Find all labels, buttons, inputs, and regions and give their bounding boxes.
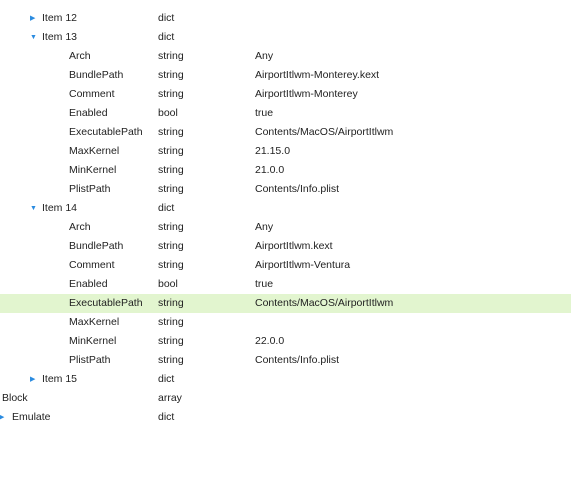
row-type[interactable]: string — [158, 142, 184, 161]
tree-row[interactable]: ExecutablePath string Contents/MacOS/Airpo… — [0, 294, 571, 313]
row-key: Item 15 — [42, 373, 78, 385]
row-key: Block — [2, 392, 28, 404]
row-type[interactable]: dict — [158, 370, 174, 389]
row-key: Item 14 — [42, 202, 78, 214]
row-value[interactable]: true — [255, 275, 273, 294]
row-key: ExecutablePath — [69, 297, 143, 309]
tree-row[interactable]: PlistPath string Contents/Info.plist — [0, 351, 571, 370]
row-value[interactable]: AirportItlwm-Monterey — [255, 85, 358, 104]
row-type[interactable]: string — [158, 256, 184, 275]
row-type[interactable]: array — [158, 389, 182, 408]
tree-row[interactable]: MaxKernel string — [0, 313, 571, 332]
row-key: MinKernel — [69, 164, 117, 176]
row-key: Enabled — [69, 107, 108, 119]
row-key: Item 12 — [42, 12, 78, 24]
row-key: Comment — [69, 88, 115, 100]
row-type[interactable]: dict — [158, 408, 174, 422]
row-type[interactable]: dict — [158, 28, 174, 47]
row-key: MaxKernel — [69, 145, 120, 157]
row-key: Emulate — [12, 411, 51, 422]
row-key: PlistPath — [69, 183, 111, 195]
tree-row[interactable]: Enabled bool true — [0, 104, 571, 123]
row-value[interactable]: Contents/Info.plist — [255, 351, 339, 370]
row-key: MaxKernel — [69, 316, 120, 328]
row-type[interactable]: string — [158, 85, 184, 104]
row-value[interactable]: Any — [255, 47, 273, 66]
tree-row[interactable]: BundlePath string AirportItlwm-Monterey.ke… — [0, 66, 571, 85]
row-type[interactable]: string — [158, 351, 184, 370]
row-key: BundlePath — [69, 240, 124, 252]
row-key: Enabled — [69, 278, 108, 290]
row-value[interactable]: 21.15.0 — [255, 142, 290, 161]
row-value[interactable]: 22.0.0 — [255, 332, 284, 351]
plist-tree: ▶ Item 12 dict ▼ Item 13 dict Arch string Any Bun… — [0, 9, 571, 422]
row-key: Arch — [69, 50, 91, 62]
disclosure-triangle-right-icon[interactable]: ▶ — [30, 9, 35, 28]
row-type[interactable]: string — [158, 294, 184, 313]
tree-row[interactable]: Arch string Any — [0, 47, 571, 66]
tree-row[interactable]: MinKernel string 21.0.0 — [0, 161, 571, 180]
row-key: ExecutablePath — [69, 126, 143, 138]
row-value[interactable]: true — [255, 104, 273, 123]
row-type[interactable]: bool — [158, 104, 178, 123]
tree-row[interactable]: Comment string AirportItlwm-Monterey — [0, 85, 571, 104]
row-value[interactable]: AirportItlwm.kext — [255, 237, 333, 256]
row-type[interactable]: string — [158, 66, 184, 85]
row-type[interactable]: string — [158, 161, 184, 180]
row-type[interactable]: string — [158, 313, 184, 332]
row-type[interactable]: string — [158, 123, 184, 142]
row-value[interactable]: Contents/MacOS/AirportItlwm — [255, 123, 393, 142]
row-type[interactable]: string — [158, 237, 184, 256]
row-type[interactable]: string — [158, 180, 184, 199]
row-key: Comment — [69, 259, 115, 271]
tree-row[interactable]: MinKernel string 22.0.0 — [0, 332, 571, 351]
tree-row[interactable]: ▼ Item 14 dict — [0, 199, 571, 218]
row-value[interactable]: Any — [255, 218, 273, 237]
tree-row[interactable]: Enabled bool true — [0, 275, 571, 294]
row-value[interactable]: AirportItlwm-Monterey.kext — [255, 66, 379, 85]
row-value[interactable]: 21.0.0 — [255, 161, 284, 180]
row-value[interactable]: Contents/MacOS/AirportItlwm — [255, 294, 393, 313]
row-type[interactable]: bool — [158, 275, 178, 294]
disclosure-triangle-down-icon[interactable]: ▼ — [30, 199, 37, 218]
row-value[interactable]: AirportItlwm-Ventura — [255, 256, 350, 275]
row-type[interactable]: string — [158, 47, 184, 66]
tree-row[interactable]: Arch string Any — [0, 218, 571, 237]
disclosure-triangle-right-icon[interactable]: ▶ — [0, 408, 4, 422]
tree-row[interactable]: Comment string AirportItlwm-Ventura — [0, 256, 571, 275]
tree-row[interactable]: Block array — [0, 389, 571, 408]
row-type[interactable]: string — [158, 332, 184, 351]
row-key: PlistPath — [69, 354, 111, 366]
disclosure-triangle-right-icon[interactable]: ▶ — [30, 370, 35, 389]
tree-row[interactable]: BundlePath string AirportItlwm.kext — [0, 237, 571, 256]
tree-row[interactable]: ExecutablePath string Contents/MacOS/Airpo… — [0, 123, 571, 142]
row-type[interactable]: dict — [158, 199, 174, 218]
row-key: BundlePath — [69, 69, 124, 81]
row-type[interactable]: dict — [158, 9, 174, 28]
tree-row[interactable]: ▼ Item 13 dict — [0, 28, 571, 47]
row-key: Arch — [69, 221, 91, 233]
tree-row[interactable]: PlistPath string Contents/Info.plist — [0, 180, 571, 199]
tree-row[interactable]: ▶ Item 15 dict — [0, 370, 571, 389]
tree-row[interactable]: ▶ Item 12 dict — [0, 9, 571, 28]
disclosure-triangle-down-icon[interactable]: ▼ — [30, 28, 37, 47]
row-type[interactable]: string — [158, 218, 184, 237]
tree-row[interactable]: ▶ Emulate dict — [0, 408, 571, 422]
row-value[interactable]: Contents/Info.plist — [255, 180, 339, 199]
tree-row[interactable]: MaxKernel string 21.15.0 — [0, 142, 571, 161]
row-key: MinKernel — [69, 335, 117, 347]
row-key: Item 13 — [42, 31, 78, 43]
